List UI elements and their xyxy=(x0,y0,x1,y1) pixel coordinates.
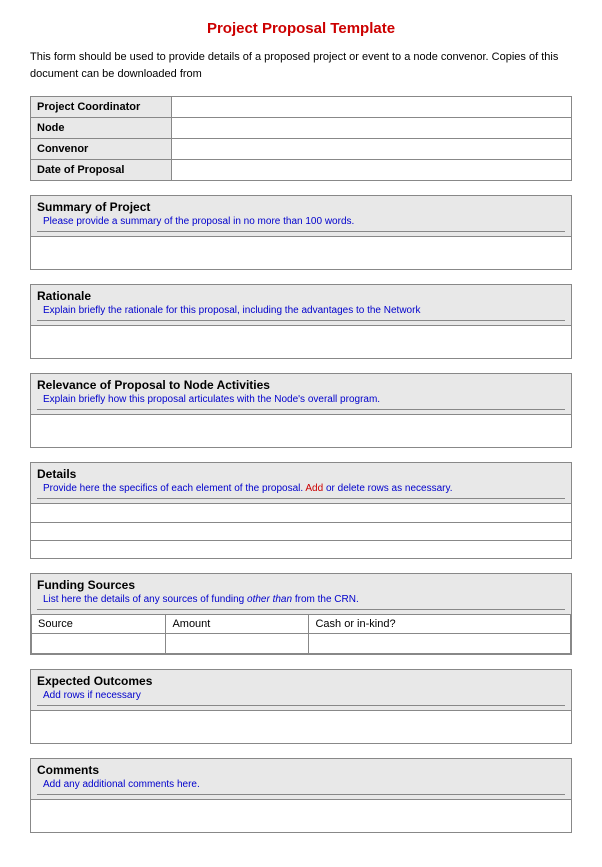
rationale-subtext: Explain briefly the rationale for this p… xyxy=(37,303,565,321)
rationale-input-area[interactable] xyxy=(31,326,571,358)
outcomes-subtext: Add rows if necessary xyxy=(37,688,565,706)
funding-table: Source Amount Cash or in-kind? xyxy=(31,615,571,654)
relevance-section: Relevance of Proposal to Node Activities… xyxy=(30,373,572,448)
funding-cash-cell[interactable] xyxy=(309,634,571,654)
table-row xyxy=(31,540,571,558)
funding-col-cash: Cash or in-kind? xyxy=(309,615,571,634)
funding-title: Funding Sources List here the details of… xyxy=(31,574,571,615)
convenor-label: Convenor xyxy=(31,139,171,160)
comments-subtext: Add any additional comments here. xyxy=(37,777,565,795)
project-coordinator-value[interactable] xyxy=(171,97,571,118)
funding-source-cell[interactable] xyxy=(32,634,166,654)
info-section: Project Coordinator Node Convenor Date o… xyxy=(30,96,572,181)
summary-input-area[interactable] xyxy=(31,237,571,269)
funding-subtext: List here the details of any sources of … xyxy=(37,592,565,610)
outcomes-input-area[interactable] xyxy=(31,711,571,743)
details-section: Details Provide here the specifics of ea… xyxy=(30,462,572,559)
rationale-title: Rationale Explain briefly the rationale … xyxy=(31,285,571,326)
date-of-proposal-value[interactable] xyxy=(171,160,571,181)
relevance-title: Relevance of Proposal to Node Activities… xyxy=(31,374,571,415)
project-coordinator-label: Project Coordinator xyxy=(31,97,171,118)
info-table: Project Coordinator Node Convenor Date o… xyxy=(31,97,571,180)
page-title: Project Proposal Template xyxy=(30,20,572,37)
details-table xyxy=(31,504,571,558)
funding-section: Funding Sources List here the details of… xyxy=(30,573,572,655)
funding-header-row: Source Amount Cash or in-kind? xyxy=(32,615,571,634)
details-title: Details Provide here the specifics of ea… xyxy=(31,463,571,504)
comments-input-area[interactable] xyxy=(31,800,571,832)
funding-col-source: Source xyxy=(32,615,166,634)
table-row: Project Coordinator xyxy=(31,97,571,118)
table-row xyxy=(32,634,571,654)
summary-section: Summary of Project Please provide a summ… xyxy=(30,195,572,270)
summary-subtext: Please provide a summary of the proposal… xyxy=(37,214,565,232)
comments-section: Comments Add any additional comments her… xyxy=(30,758,572,833)
table-row: Node xyxy=(31,118,571,139)
node-label: Node xyxy=(31,118,171,139)
date-of-proposal-label: Date of Proposal xyxy=(31,160,171,181)
details-subtext: Provide here the specifics of each eleme… xyxy=(37,481,565,499)
node-value[interactable] xyxy=(171,118,571,139)
rationale-section: Rationale Explain briefly the rationale … xyxy=(30,284,572,359)
table-row: Convenor xyxy=(31,139,571,160)
details-row-1[interactable] xyxy=(31,504,571,522)
details-row-3[interactable] xyxy=(31,540,571,558)
details-row-2[interactable] xyxy=(31,522,571,540)
comments-title: Comments Add any additional comments her… xyxy=(31,759,571,800)
relevance-input-area[interactable] xyxy=(31,415,571,447)
table-row xyxy=(31,504,571,522)
outcomes-title: Expected Outcomes Add rows if necessary xyxy=(31,670,571,711)
table-row xyxy=(31,522,571,540)
convenor-value[interactable] xyxy=(171,139,571,160)
intro-text: This form should be used to provide deta… xyxy=(30,49,572,82)
summary-title: Summary of Project Please provide a summ… xyxy=(31,196,571,237)
relevance-subtext: Explain briefly how this proposal articu… xyxy=(37,392,565,410)
funding-col-amount: Amount xyxy=(166,615,309,634)
outcomes-section: Expected Outcomes Add rows if necessary xyxy=(30,669,572,744)
table-row: Date of Proposal xyxy=(31,160,571,181)
funding-amount-cell[interactable] xyxy=(166,634,309,654)
